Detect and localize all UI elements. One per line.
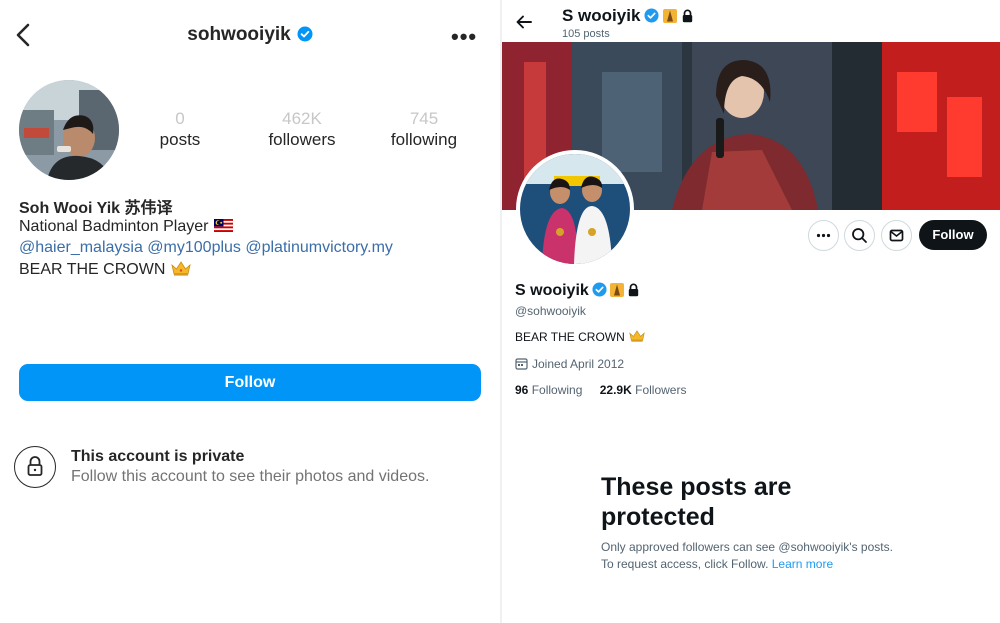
tower-emoji-icon	[609, 283, 624, 297]
lock-icon	[628, 283, 638, 297]
username: sohwooiyik	[187, 24, 291, 45]
joined-text: Joined April 2012	[532, 357, 625, 371]
more-options-button[interactable]	[808, 220, 839, 251]
x-profile: S wooiyik 105 posts Follow S wooiyik @so…	[502, 0, 1000, 623]
joined-date: Joined April 2012	[515, 357, 624, 371]
crown-icon	[629, 330, 645, 342]
learn-more-link[interactable]: Learn more	[772, 557, 833, 571]
followers-label: followers	[268, 130, 336, 149]
profile-bio: BEAR THE CROWN	[515, 330, 645, 344]
posts-count: 0	[175, 109, 185, 128]
followers-link[interactable]: 22.9K Followers	[600, 383, 687, 397]
private-account-title: This account is private	[71, 448, 245, 465]
bio-motto: BEAR THE CROWN	[19, 261, 166, 278]
private-lock-badge	[14, 446, 56, 488]
posts-label: posts	[159, 130, 201, 149]
followers-label: Followers	[635, 383, 687, 397]
profile-handle: @sohwooiyik	[515, 304, 586, 318]
instagram-profile: sohwooiyik ••• 0 posts 462K followers 74…	[0, 0, 500, 623]
protected-posts-title: These posts are protected	[601, 473, 792, 531]
followers-count: 462K	[282, 109, 322, 128]
search-button[interactable]	[844, 220, 875, 251]
search-icon	[852, 228, 867, 243]
follow-button[interactable]: Follow	[919, 220, 987, 250]
more-options-icon[interactable]: •••	[451, 24, 477, 50]
profile-avatar[interactable]	[19, 80, 119, 180]
calendar-icon	[515, 358, 528, 370]
post-count: 105 posts	[562, 28, 610, 40]
back-arrow-icon[interactable]	[514, 12, 534, 32]
profile-avatar[interactable]	[516, 150, 634, 268]
bio-line: National Badminton Player	[19, 218, 234, 236]
following-stat[interactable]: 745 following	[364, 109, 484, 151]
following-label: Following	[531, 383, 583, 397]
private-account-subtitle: Follow this account to see their photos …	[71, 468, 430, 485]
message-button[interactable]	[881, 220, 912, 251]
envelope-icon	[889, 229, 904, 242]
bio-mentions-link[interactable]: @haier_malaysia @my100plus @platinumvict…	[19, 239, 393, 257]
header-display-name: S wooiyik	[562, 6, 694, 26]
verified-badge-icon	[644, 8, 659, 23]
bio-text: National Badminton Player	[19, 218, 209, 235]
lock-icon	[683, 9, 693, 23]
follow-button[interactable]: Follow	[19, 364, 481, 401]
profile-username-header: sohwooiyik	[0, 24, 500, 46]
lock-icon	[27, 456, 43, 476]
verified-badge-icon	[592, 282, 607, 297]
follow-stats: 96 Following 22.9K Followers	[515, 383, 686, 397]
more-dots-icon	[816, 233, 831, 238]
verified-badge-icon	[297, 26, 313, 42]
following-count: 745	[409, 109, 439, 128]
posts-stat: 0 posts	[120, 109, 240, 151]
followers-stat[interactable]: 462K followers	[242, 109, 362, 151]
followers-count: 22.9K	[599, 383, 632, 397]
following-link[interactable]: 96 Following	[515, 383, 582, 397]
full-name: Soh Wooi Yik 苏伟译	[19, 200, 173, 217]
profile-name-row: S wooiyik	[515, 282, 640, 300]
tower-emoji-icon	[663, 9, 678, 23]
protected-posts-text: Only approved followers can see @sohwooi…	[601, 539, 901, 573]
bio-text: BEAR THE CROWN	[515, 330, 625, 344]
protected-posts-description: Only approved followers can see @sohwooi…	[601, 540, 893, 571]
display-name: S wooiyik	[515, 282, 589, 299]
display-name: S wooiyik	[562, 6, 641, 25]
malaysia-flag-icon	[214, 219, 234, 232]
following-count: 96	[515, 383, 529, 397]
crown-icon	[171, 261, 192, 276]
bio-line-motto: BEAR THE CROWN	[19, 261, 192, 279]
following-label: following	[390, 130, 458, 149]
